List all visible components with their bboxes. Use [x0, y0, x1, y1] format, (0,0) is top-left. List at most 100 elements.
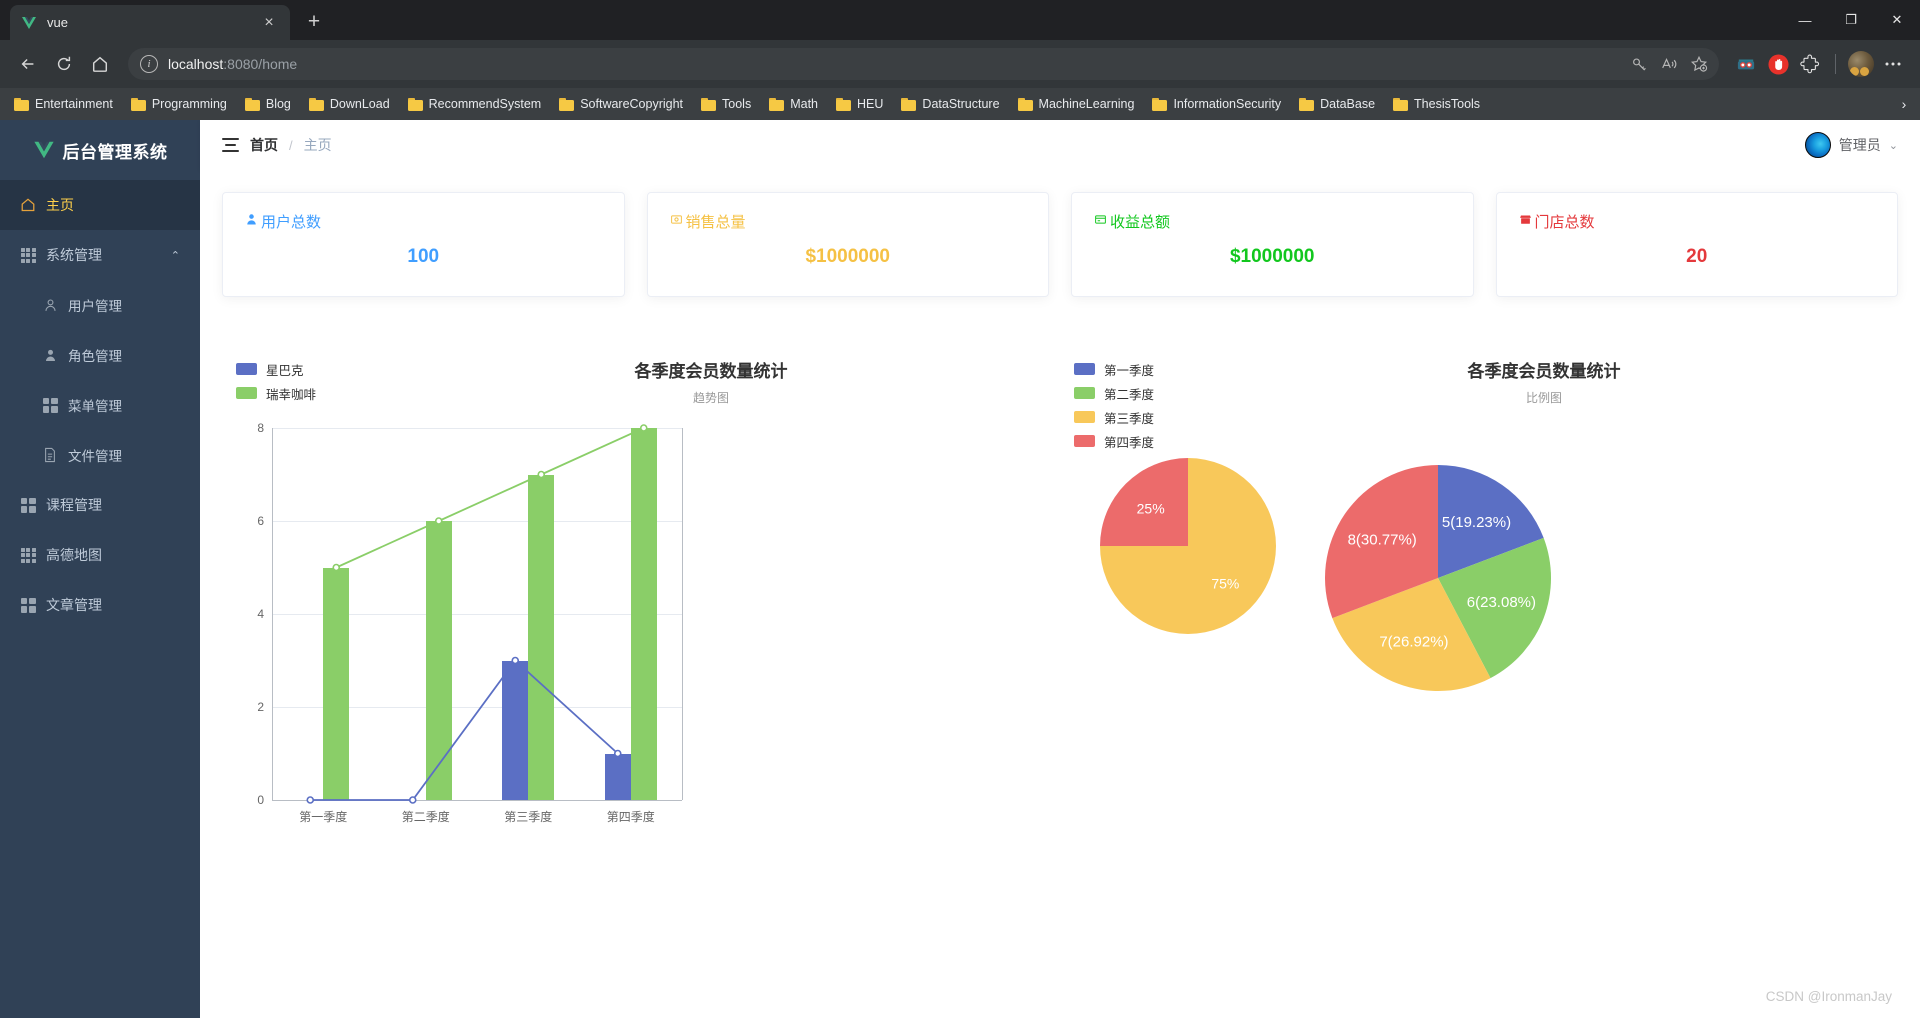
browser-toolbar-right	[1731, 49, 1908, 79]
legend-swatch	[1074, 363, 1095, 375]
bookmark-item[interactable]: Blog	[237, 93, 299, 115]
adblock-stop-icon[interactable]	[1763, 49, 1793, 79]
x-axis-tick: 第三季度	[504, 810, 553, 824]
maximize-button[interactable]: ❐	[1828, 0, 1874, 40]
close-icon[interactable]: ×	[258, 12, 280, 34]
key-icon[interactable]	[1625, 50, 1653, 78]
bookmark-item[interactable]: SoftwareCopyright	[551, 93, 691, 115]
folder-icon	[1299, 97, 1315, 111]
page-content: 用户总数 100 销售总量 $1000000 收益总额 $1000000 门店总数 20 星巴…	[200, 170, 1920, 1018]
bookmark-item[interactable]: Math	[761, 93, 826, 115]
new-tab-button[interactable]: +	[298, 6, 330, 38]
folder-icon	[1152, 97, 1168, 111]
sidebar-item-0[interactable]: 主页	[0, 180, 200, 230]
pie-chart-panel: 第一季度第二季度第三季度第四季度 各季度会员数量统计 比例图 0%75%25%5…	[1060, 357, 1898, 826]
back-icon[interactable]	[12, 48, 44, 80]
bookmark-item[interactable]: Entertainment	[6, 93, 121, 115]
bookmark-item[interactable]: Tools	[693, 93, 759, 115]
tab-title: vue	[47, 15, 68, 30]
site-info-icon[interactable]: i	[140, 55, 158, 73]
line-overlay	[306, 424, 648, 804]
bookmark-item[interactable]: ThesisTools	[1385, 93, 1488, 115]
vue-logo-icon	[33, 140, 55, 160]
url-text: localhost:8080/home	[168, 56, 1615, 72]
profile-avatar[interactable]	[1846, 49, 1876, 79]
folder-icon	[901, 97, 917, 111]
bookmark-item[interactable]: HEU	[828, 93, 891, 115]
bookmark-label: DataBase	[1320, 97, 1376, 111]
legend-item[interactable]: 瑞幸咖啡	[236, 381, 316, 405]
bookmark-item[interactable]: MachineLearning	[1010, 93, 1143, 115]
browser-tab[interactable]: vue ×	[10, 5, 290, 40]
user-name: 管理员	[1838, 137, 1881, 153]
settings-ellipsis-icon[interactable]	[1878, 49, 1908, 79]
tab-strip: vue × + — ❐ ✕	[0, 0, 1920, 40]
breadcrumb-separator: /	[289, 137, 293, 153]
address-bar[interactable]: i localhost:8080/home	[128, 48, 1719, 80]
folder-icon	[701, 97, 717, 111]
bar-chart-panel: 星巴克 瑞幸咖啡 各季度会员数量统计 趋势图 0 2 4 6 8 第一季度 第二季度 第三季度 第…	[222, 357, 1060, 826]
sidebar-item-2[interactable]: 用户管理	[0, 280, 200, 330]
folder-icon	[559, 97, 575, 111]
stat-card: 用户总数 100	[222, 192, 625, 297]
legend-label: 第一季度	[1104, 363, 1155, 378]
sidebar-item-label: 角色管理	[68, 349, 122, 364]
sidebar-menu: 主页 系统管理 ⌃ 用户管理角色管理菜单管理文件管理课程管理高德地图文章管理	[0, 180, 200, 1018]
bookmark-item[interactable]: Programming	[123, 93, 235, 115]
sidebar-item-5[interactable]: 文件管理	[0, 430, 200, 480]
pie-slice-label: 6(23.08%)	[1467, 594, 1536, 611]
bar-chart-title: 各季度会员数量统计	[634, 362, 788, 381]
legend-item[interactable]: 星巴克	[236, 357, 316, 381]
sidebar-item-3[interactable]: 角色管理	[0, 330, 200, 380]
pie-chart-plot: 0%75%25%5(19.23%)6(23.08%)7(26.92%)8(30.…	[1060, 406, 1898, 826]
extension-goggles-icon[interactable]	[1731, 49, 1761, 79]
navigation-toolbar: i localhost:8080/home	[0, 40, 1920, 88]
bookmark-item[interactable]: DataStructure	[893, 93, 1007, 115]
user-menu[interactable]: 管理员 ⌄	[1804, 132, 1898, 158]
stat-card-label: 销售总量	[685, 214, 746, 231]
avatar	[1804, 132, 1831, 158]
sidebar-item-label: 文件管理	[68, 449, 122, 464]
sidebar-item-label: 菜单管理	[68, 399, 122, 414]
collapse-menu-icon[interactable]	[222, 138, 239, 152]
stat-card-label: 用户总数	[261, 214, 322, 231]
home-icon[interactable]	[84, 48, 116, 80]
legend-swatch	[1074, 387, 1095, 399]
reload-icon[interactable]	[48, 48, 80, 80]
add-favorite-icon[interactable]	[1685, 50, 1713, 78]
sidebar-item-label: 文章管理	[46, 597, 102, 613]
sidebar-item-7[interactable]: 高德地图	[0, 530, 200, 580]
legend-item[interactable]: 第一季度	[1074, 357, 1154, 381]
stat-card-header: 销售总量	[670, 211, 1027, 232]
sidebar-item-1[interactable]: 系统管理 ⌃	[0, 230, 200, 280]
bookmarks-overflow-icon[interactable]: ›	[1892, 92, 1916, 116]
legend-label: 星巴克	[266, 363, 304, 378]
sidebar-item-4[interactable]: 菜单管理	[0, 380, 200, 430]
bookmark-item[interactable]: InformationSecurity	[1144, 93, 1289, 115]
bookmark-label: SoftwareCopyright	[580, 97, 684, 111]
stat-card-value: 100	[407, 246, 440, 267]
stat-card-header: 门店总数	[1519, 211, 1876, 232]
bookmark-item[interactable]: DataBase	[1291, 93, 1383, 115]
bookmark-item[interactable]: DownLoad	[301, 93, 398, 115]
toolbar-divider	[1835, 54, 1836, 74]
minimize-button[interactable]: —	[1782, 0, 1828, 40]
y-axis-tick: 6	[257, 514, 264, 528]
extensions-puzzle-icon[interactable]	[1795, 49, 1825, 79]
read-aloud-icon[interactable]	[1655, 50, 1683, 78]
window-close-button[interactable]: ✕	[1874, 0, 1920, 40]
sidebar-item-label: 课程管理	[46, 497, 102, 513]
bar-chart-plot: 0 2 4 6 8 第一季度 第二季度 第三季度 第四季度	[257, 421, 683, 824]
sidebar-item-8[interactable]: 文章管理	[0, 580, 200, 630]
bookmark-label: RecommendSystem	[428, 97, 542, 111]
stat-card: 门店总数 20	[1495, 192, 1898, 297]
app-logo: 后台管理系统	[0, 120, 200, 180]
vue-logo-icon	[20, 14, 38, 32]
web-page: 后台管理系统 主页 系统管理 ⌃ 用户管理角色管理菜单管理文件管理课程管理高德地图文章…	[0, 120, 1920, 1018]
chevron-down-icon: ⌄	[1888, 139, 1898, 152]
breadcrumb-root[interactable]: 首页	[250, 135, 278, 155]
app-title: 后台管理系统	[62, 142, 168, 162]
bookmark-item[interactable]: RecommendSystem	[400, 93, 550, 115]
sidebar-item-6[interactable]: 课程管理	[0, 480, 200, 530]
legend-item[interactable]: 第二季度	[1074, 381, 1154, 405]
